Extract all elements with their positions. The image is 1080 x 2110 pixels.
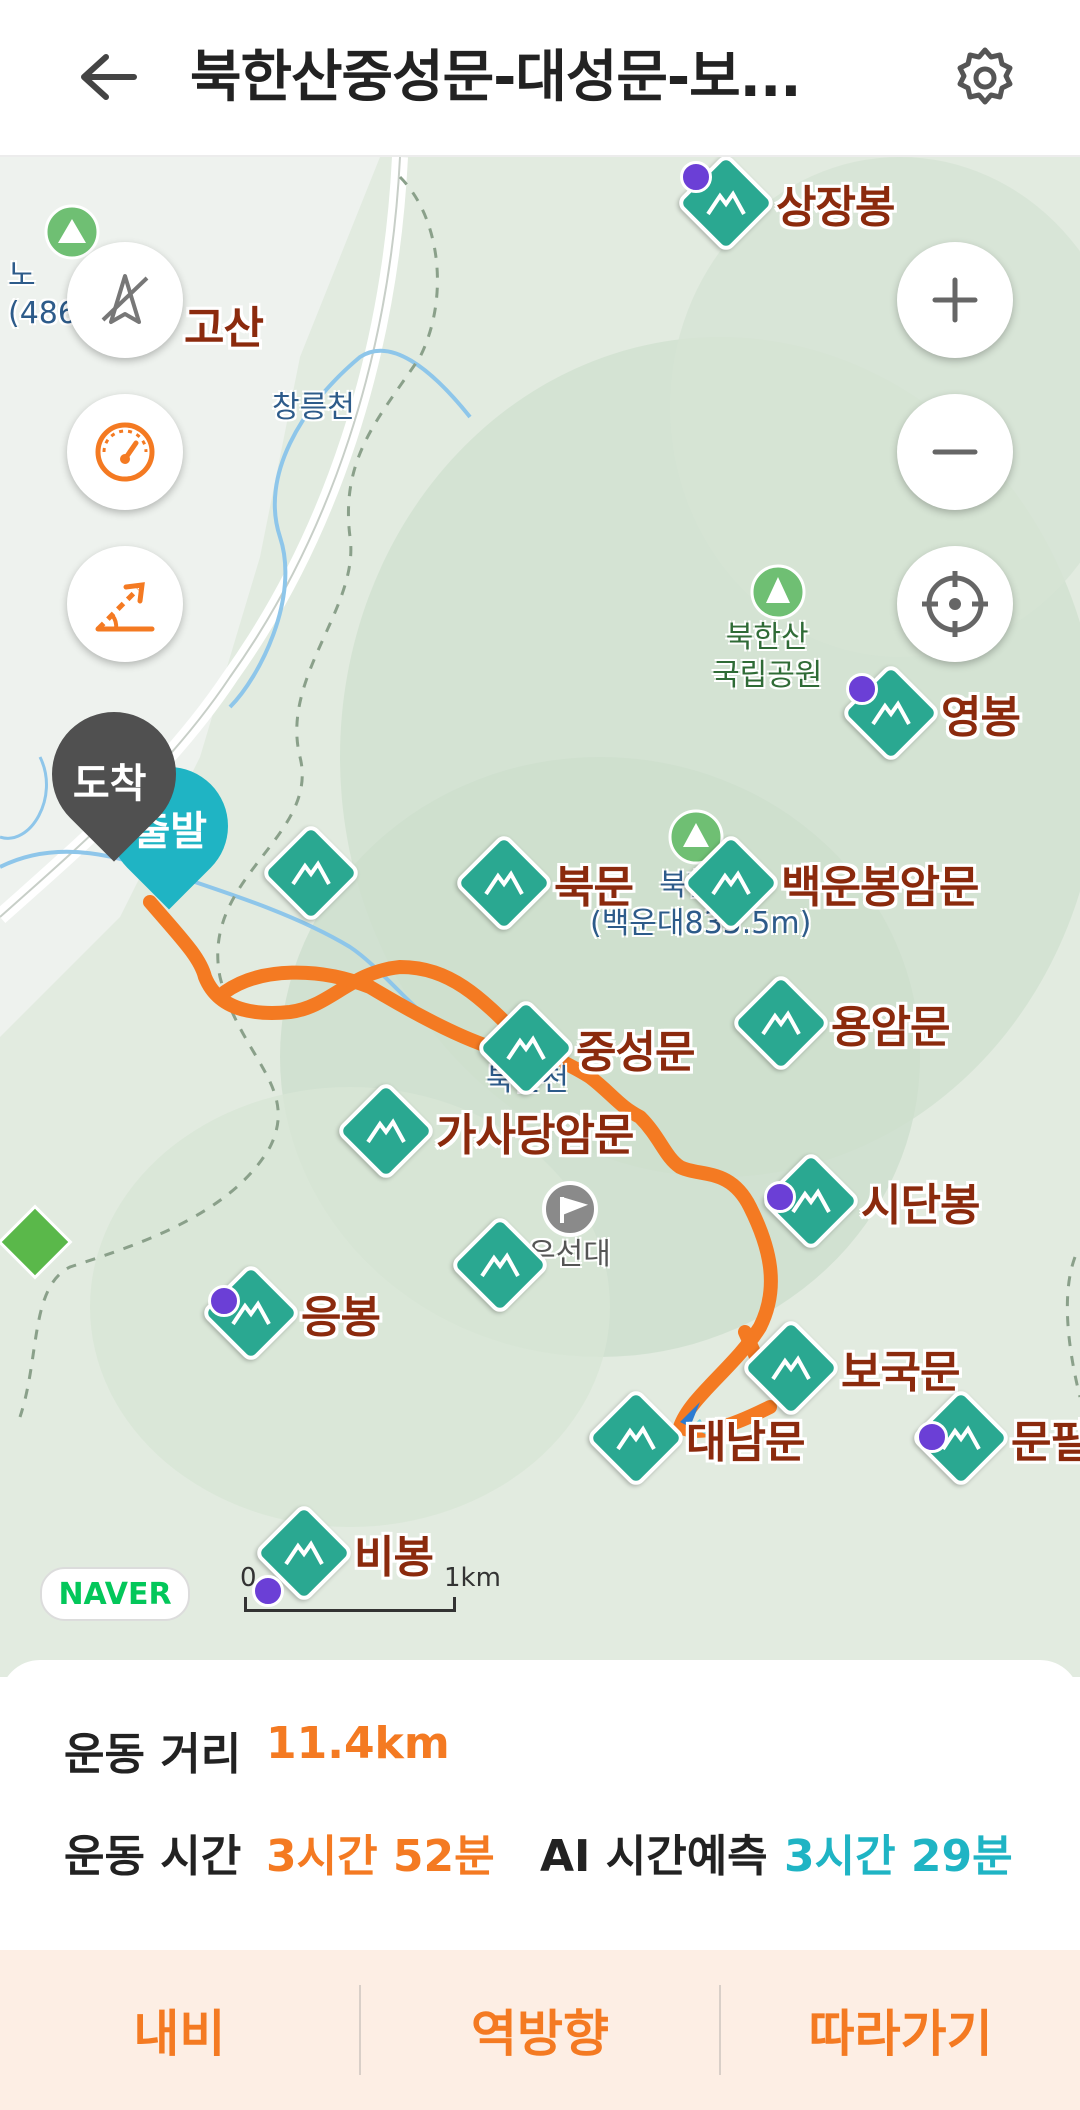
locate-me-icon <box>922 571 988 637</box>
workout-summary-panel: 운동 거리 11.4km 운동 시간 3시간 52분 AI 시간예측 3시간 2… <box>0 1660 1080 1950</box>
park-label-line1: 북한산 <box>725 620 809 655</box>
park-label: 북한산 국립공원 <box>712 619 822 695</box>
poi-label: 상장봉 <box>776 182 895 233</box>
poi-yeongbong[interactable]: 영봉 <box>840 662 1021 764</box>
time-value: 3시간 52분 <box>266 1831 495 1882</box>
distance-label: 운동 거리 <box>64 1729 242 1780</box>
mountain-icon <box>449 1214 551 1316</box>
zoom-in-icon <box>932 277 978 323</box>
end-marker-label: 도착 <box>72 760 147 807</box>
bottom-action-bar: 내비 역방향 따라가기 <box>0 1950 1080 2110</box>
zoom-out-icon <box>932 449 978 455</box>
stream-label: 창릉천 <box>272 390 355 425</box>
navi-button[interactable]: 내비 <box>0 1950 359 2110</box>
slope-button[interactable] <box>67 546 183 662</box>
poi-sidanbong[interactable]: 시단봉 <box>760 1150 980 1252</box>
summit-dot-icon <box>208 1285 240 1317</box>
back-arrow-icon <box>81 54 137 100</box>
poi-label: 응봉 <box>301 1292 381 1343</box>
page-title: 북한산중성문-대성문-보... <box>190 45 802 110</box>
mountain-icon <box>475 997 577 1099</box>
settings-button[interactable] <box>945 38 1025 118</box>
compass-off-icon <box>101 274 149 324</box>
poi-yongammun[interactable]: 용암문 <box>730 972 950 1074</box>
mountain-icon <box>453 832 555 934</box>
trail-map[interactable]: 창릉천 북한산 국립공원 북한산 (백운대835.5m) 북한천 우선대 노 (… <box>0 157 1080 1677</box>
poi-label: 대남문 <box>686 1417 805 1468</box>
back-button[interactable] <box>70 42 146 112</box>
speedometer-icon <box>95 422 155 482</box>
scale-bar <box>244 1597 456 1612</box>
app-header: 북한산중성문-대성문-보... <box>0 0 1080 157</box>
poi-gosan[interactable]: 고산 <box>170 292 264 356</box>
time-label: 운동 시간 <box>64 1831 242 1882</box>
poi-label: 북문 <box>554 862 634 913</box>
mountain-icon <box>260 822 362 924</box>
poi-eungbong[interactable]: 응봉 <box>200 1262 381 1364</box>
reverse-button[interactable]: 역방향 <box>361 1950 720 2110</box>
poi-label: 영봉 <box>941 692 1021 743</box>
zoom-in-button[interactable] <box>897 242 1013 358</box>
poi-munpil[interactable]: 문필 <box>910 1387 1080 1489</box>
scale-zero: 0 <box>240 1563 257 1593</box>
poi-label: 문필 <box>1011 1417 1080 1468</box>
poi-unnamed[interactable] <box>260 822 362 924</box>
poi-jungseongmun[interactable]: 중성문 <box>475 997 695 1099</box>
distance-value: 11.4km <box>266 1718 450 1769</box>
poi-bukmun[interactable]: 북문 <box>453 832 634 934</box>
poi-bogukmun[interactable]: 보국문 <box>740 1317 960 1419</box>
ai-estimate-value: 3시간 29분 <box>784 1831 1013 1882</box>
naver-logo: NAVER <box>40 1567 190 1621</box>
summit-dot-icon <box>680 161 712 193</box>
gear-icon <box>957 47 1013 105</box>
my-location-button[interactable] <box>897 546 1013 662</box>
poi-sangjangbong[interactable]: 상장봉 <box>675 157 895 254</box>
ai-estimate-label: AI 시간예측 <box>540 1831 768 1882</box>
poi-gasadangammun[interactable]: 가사당암문 <box>335 1080 634 1182</box>
poi-unnamed-2[interactable] <box>449 1214 551 1316</box>
follow-button[interactable]: 따라가기 <box>721 1950 1080 2110</box>
poi-daenammun[interactable]: 대남문 <box>585 1387 805 1489</box>
poi-label: 백운봉암문 <box>781 862 979 913</box>
elevation-slope-icon <box>95 582 155 632</box>
poi-label: 용암문 <box>831 1002 950 1053</box>
summit-dot-icon <box>846 673 878 705</box>
mountain-icon <box>730 972 832 1074</box>
poi-label: 중성문 <box>576 1027 695 1078</box>
summit-dot-icon <box>764 1181 796 1213</box>
poi-label: 시단봉 <box>861 1180 980 1231</box>
zoom-out-button[interactable] <box>897 394 1013 510</box>
compass-toggle-button[interactable] <box>67 242 183 358</box>
park-label-line2: 국립공원 <box>712 658 823 693</box>
summit-dot-icon <box>916 1421 948 1453</box>
poi-label: 가사당암문 <box>436 1110 634 1161</box>
map-scale: 0 1km <box>240 1563 501 1612</box>
poi-label: 고산 <box>184 303 264 354</box>
mountain-icon <box>680 832 782 934</box>
mountain-icon <box>585 1387 687 1489</box>
mountain-icon <box>335 1080 437 1182</box>
scale-unit: 1km <box>444 1563 501 1593</box>
poi-baegunbongammun[interactable]: 백운봉암문 <box>680 832 979 934</box>
speed-button[interactable] <box>67 394 183 510</box>
poi-label: 보국문 <box>841 1347 960 1398</box>
